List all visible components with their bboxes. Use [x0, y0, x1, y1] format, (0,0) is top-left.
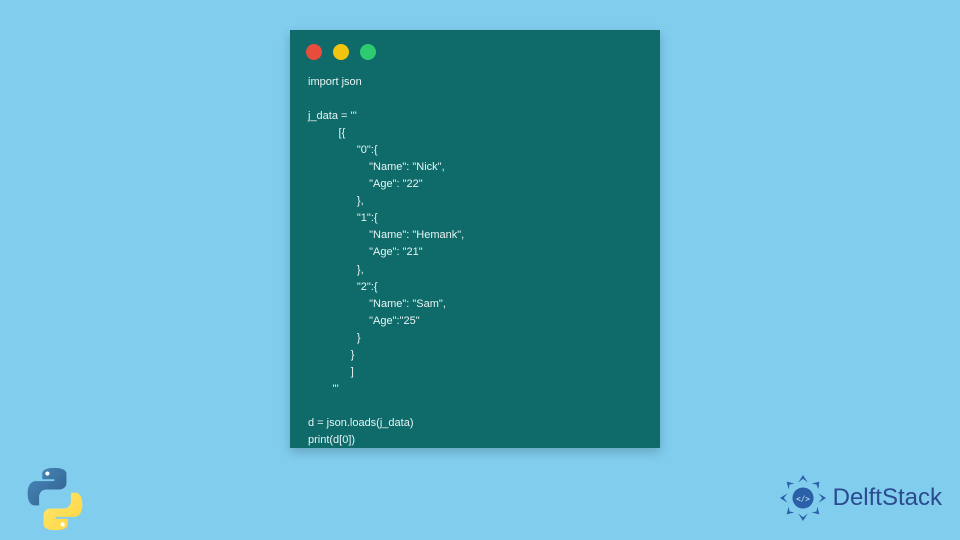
python-logo-icon — [20, 464, 90, 534]
brand-emblem-icon: </> — [779, 474, 827, 522]
maximize-icon — [360, 44, 376, 60]
svg-text:</>: </> — [796, 494, 810, 503]
window-titlebar — [290, 30, 660, 70]
brand-logo: </> DelftStack — [779, 474, 942, 522]
code-content: import json j_data = ''' [{ "0":{ "Name"… — [290, 70, 660, 465]
minimize-icon — [333, 44, 349, 60]
code-window: import json j_data = ''' [{ "0":{ "Name"… — [290, 30, 660, 448]
close-icon — [306, 44, 322, 60]
brand-name: DelftStack — [833, 484, 942, 512]
